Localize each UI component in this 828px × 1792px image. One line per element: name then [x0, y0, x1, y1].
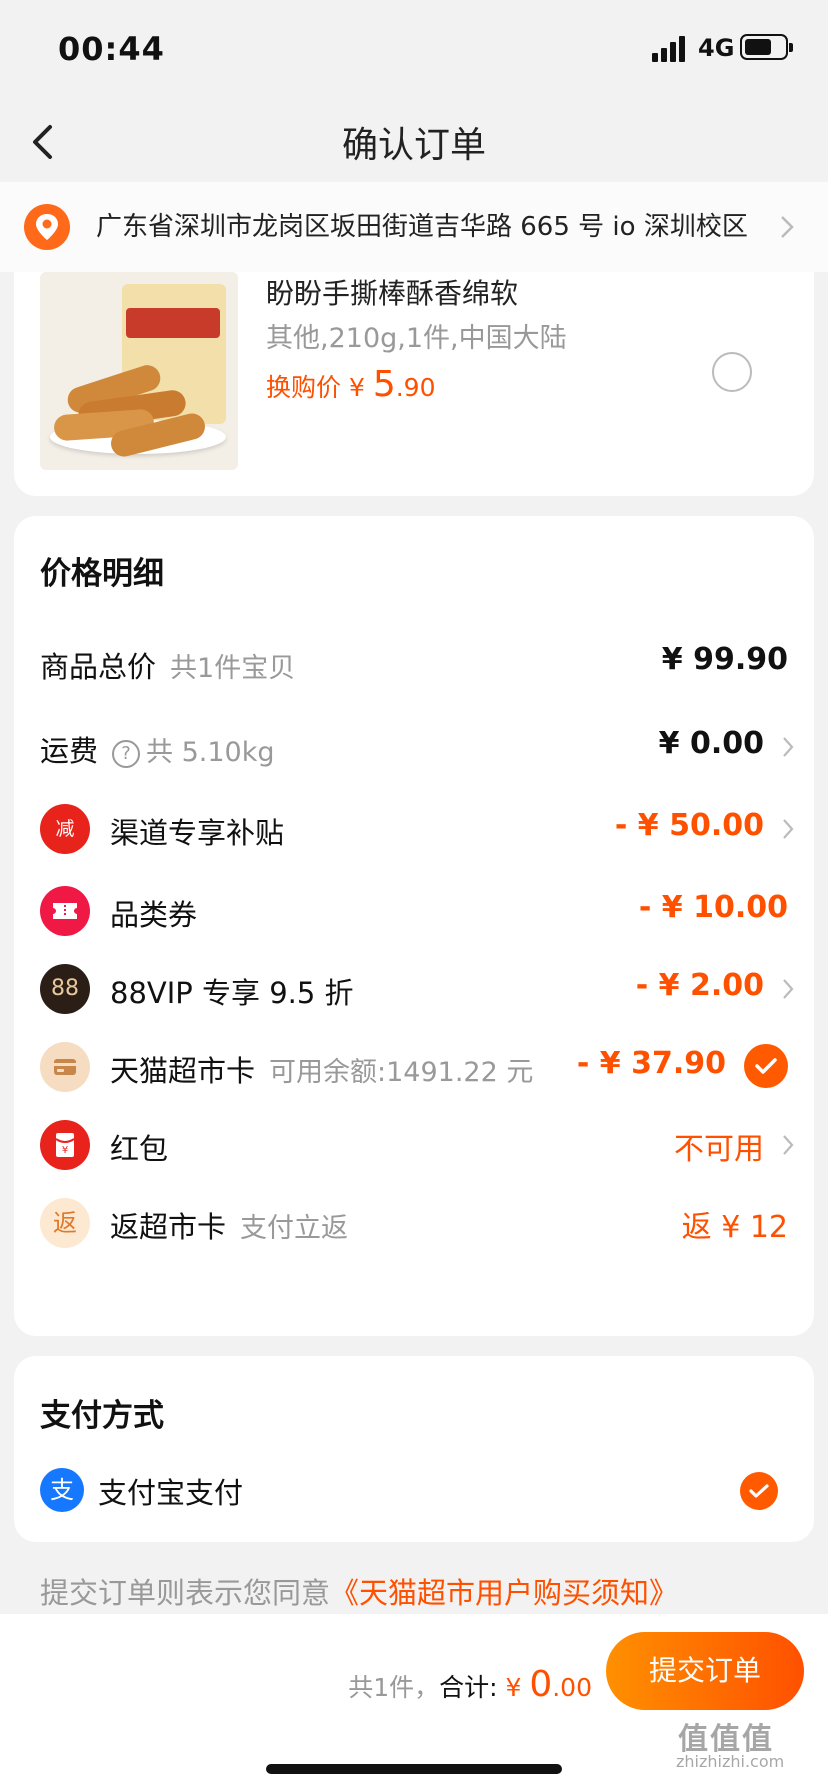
category-coupon-label: 品类券: [110, 898, 198, 932]
page-title: 确认订单: [341, 125, 486, 166]
watermark-url: zhizhizhi.com: [676, 1752, 785, 1771]
category-coupon-value: - ¥ 10.00: [638, 890, 788, 925]
cashback-label: 返超市卡 支付立返: [110, 1210, 349, 1244]
card-icon: [40, 1042, 90, 1092]
payment-title: 支付方式: [40, 1398, 164, 1434]
subtotal-value: ¥ 99.90: [661, 642, 788, 677]
shipping-weight: 共 5.10kg: [146, 737, 275, 768]
payment-card: 支付方式 支 支付宝支付: [14, 1356, 814, 1542]
red-packet-value: 不可用: [674, 1132, 764, 1167]
swap-price-label: 换购价 ¥: [266, 373, 373, 402]
price-detail-title: 价格明细: [40, 556, 164, 592]
shipping-label: 运费? 共 5.10kg: [40, 734, 275, 768]
nav-bar: 确认订单: [0, 100, 828, 182]
card-balance: 可用余额:1491.22 元: [269, 1057, 534, 1088]
signal-icon: [652, 36, 685, 62]
total-label: 合计:: [439, 1673, 506, 1702]
vip-discount-label: 88VIP 专享 9.5 折: [110, 976, 354, 1010]
battery-icon: [740, 34, 793, 60]
channel-subsidy-label: 渠道专享补贴: [110, 816, 285, 850]
channel-subsidy-value: - ¥ 50.00: [614, 808, 764, 843]
swap-price-decimal: .90: [395, 373, 436, 402]
total-amount: ¥ 0.00: [505, 1664, 592, 1705]
product-card: 盼盼手撕棒酥香绵软 其他,210g,1件,中国大陆 换购价 ¥ 5.90: [14, 272, 814, 496]
red-packet-label: 红包: [110, 1132, 169, 1166]
help-icon[interactable]: ?: [112, 740, 141, 768]
item-count: 共1件，: [348, 1673, 440, 1702]
swap-price: 换购价 ¥ 5.90: [266, 364, 435, 405]
category-coupon-row[interactable]: 品类券 - ¥ 10.00: [14, 880, 814, 940]
red-packet-icon: ¥: [40, 1120, 90, 1170]
agreement-text: 提交订单则表示您同意《天猫超市用户购买须知》: [40, 1576, 679, 1610]
shipping-value: ¥ 0.00: [658, 726, 764, 761]
coupon-icon: [40, 886, 90, 936]
supermarket-card-value: - ¥ 37.90: [576, 1046, 726, 1081]
agreement-link[interactable]: 《天猫超市用户购买须知》: [330, 1576, 678, 1610]
order-summary: 共1件，合计: ¥ 0.00: [348, 1664, 592, 1705]
svg-text:¥: ¥: [62, 1145, 68, 1156]
checkmark-icon[interactable]: [740, 1472, 778, 1510]
subtotal-count: 共1件宝贝: [170, 653, 296, 684]
product-image: [40, 272, 238, 470]
status-time: 00:44: [58, 30, 165, 68]
swap-price-integer: 5: [372, 364, 396, 405]
chevron-right-icon: [781, 216, 794, 238]
product-title: 盼盼手撕棒酥香绵软: [266, 277, 519, 310]
cashback-icon: 返: [40, 1198, 90, 1248]
chevron-right-icon: [783, 819, 794, 839]
chevron-right-icon: [783, 979, 794, 999]
cashback-value: 返 ¥ 12: [681, 1210, 788, 1245]
product-spec: 其他,210g,1件,中国大陆: [266, 323, 567, 354]
vip-discount-row[interactable]: 88 88VIP 专享 9.5 折 - ¥ 2.00: [14, 958, 814, 1018]
submit-order-button[interactable]: 提交订单: [606, 1632, 804, 1710]
cashback-row: 返 返超市卡 支付立返 返 ¥ 12: [14, 1192, 814, 1252]
cashback-note: 支付立返: [240, 1213, 349, 1244]
subtotal-label: 商品总价 共1件宝贝: [40, 650, 296, 684]
checkmark-icon[interactable]: [744, 1044, 788, 1088]
discount-icon: 减: [40, 804, 90, 854]
address-bar[interactable]: 广东省深圳市龙岗区坂田街道吉华路 665 号 io 深圳校区: [0, 182, 828, 272]
home-indicator[interactable]: [266, 1764, 562, 1774]
channel-subsidy-row[interactable]: 减 渠道专享补贴 - ¥ 50.00: [14, 798, 814, 858]
supermarket-card-label: 天猫超市卡 可用余额:1491.22 元: [110, 1054, 534, 1088]
chevron-right-icon: [783, 737, 794, 757]
subtotal-row: 商品总价 共1件宝贝 ¥ 99.90: [14, 632, 814, 692]
address-text: 广东省深圳市龙岗区坂田街道吉华路 665 号 io 深圳校区: [96, 212, 748, 242]
red-packet-row[interactable]: ¥ 红包 不可用: [14, 1114, 814, 1174]
status-bar: 00:44 4G: [0, 0, 828, 100]
bottom-bar: 共1件，合计: ¥ 0.00 提交订单 值值值 zhizhizhi.com: [0, 1614, 828, 1792]
chevron-right-icon: [783, 1135, 794, 1155]
supermarket-card-row[interactable]: 天猫超市卡 可用余额:1491.22 元 - ¥ 37.90: [14, 1036, 814, 1096]
vip-discount-value: - ¥ 2.00: [635, 968, 764, 1003]
alipay-icon: 支: [40, 1468, 84, 1512]
alipay-label[interactable]: 支付宝支付: [98, 1470, 243, 1512]
location-pin-icon: [24, 204, 70, 250]
price-detail-card: 价格明细 商品总价 共1件宝贝 ¥ 99.90 运费? 共 5.10kg ¥ 0.0…: [14, 516, 814, 1336]
network-type: 4G: [698, 34, 735, 62]
swap-select-radio[interactable]: [712, 352, 752, 392]
vip-88-icon: 88: [40, 964, 90, 1014]
shipping-row[interactable]: 运费? 共 5.10kg ¥ 0.00: [14, 716, 814, 776]
